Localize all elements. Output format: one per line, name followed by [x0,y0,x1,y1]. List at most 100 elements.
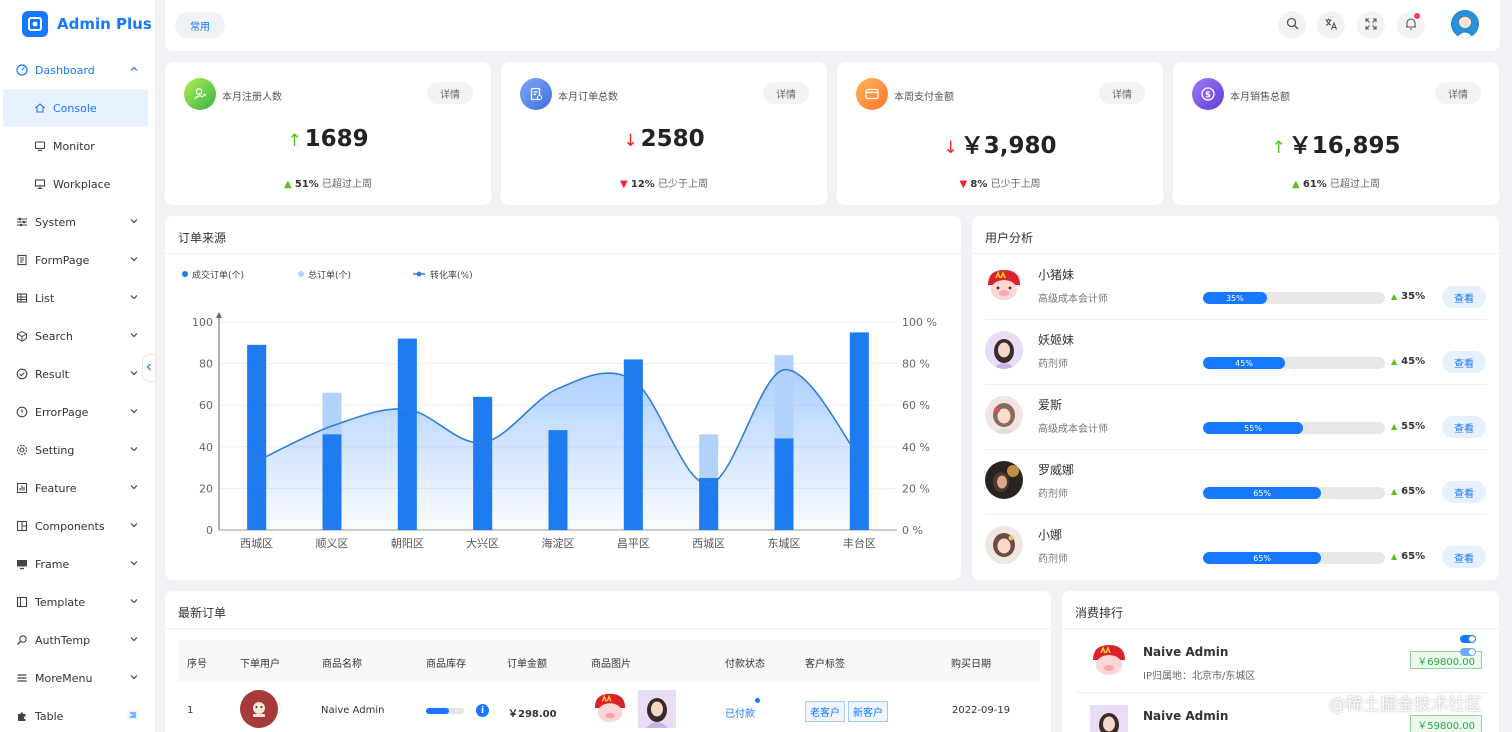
sidebar-item-list[interactable]: List [0,279,155,317]
chevron-down-icon [129,444,139,457]
bar-deal [397,338,417,530]
x-tick-label: 西城区 [240,537,273,550]
user-avatar [1090,705,1128,732]
ranking-name: Naive Admin [1143,709,1229,723]
order-amount: ￥298.00 [508,709,557,720]
sidebar-item-setting[interactable]: Setting [0,431,155,469]
menu-fold-icon[interactable] [127,709,139,724]
tab-common[interactable]: 常用 [175,12,225,38]
stat-trend: ▼ 12% 已少于上周 [501,175,827,190]
stat-trend-text: 已超过上周 [1330,179,1380,190]
percent-label: ▲ 45% [1391,356,1425,367]
status-dot [755,698,760,703]
sidebar-item-feature[interactable]: Feature [0,469,155,507]
stat-card-payments: 本周支付金额 详情 ↓ ￥3,980 ▼ 8% 已少于上周 [837,62,1163,205]
sidebar-item-components[interactable]: Components [0,507,155,545]
bar-deal [473,396,493,530]
product-image[interactable] [592,690,628,726]
sidebar-collapse-button[interactable] [142,354,156,382]
sidebar-item-label: Result [35,367,69,381]
ranking-name: Naive Admin [1143,645,1229,659]
progress-fill: 65% [1203,552,1322,564]
view-button[interactable]: 查看 [1442,481,1486,503]
x-tick-label: 东城区 [768,537,801,550]
card-icon [856,78,888,110]
sidebar-menu: Dashboard Console Monitor Workplace Syst… [0,51,155,732]
y-tick-label: 100 [192,316,213,329]
detail-button[interactable]: 详情 [427,82,473,104]
legend-marker [182,271,188,277]
sidebar-item-errorpage[interactable]: ErrorPage [0,393,155,431]
y2-tick-label: 80 % [902,358,930,371]
legend-marker [298,271,304,277]
home-icon [34,102,46,114]
sidebar-item-moremenu[interactable]: MoreMenu [0,659,155,697]
sidebar-item-workplace[interactable]: Workplace [0,165,155,203]
app-logo[interactable]: Admin Plus [0,0,155,48]
detail-button[interactable]: 详情 [1099,82,1145,104]
watermark-text: @稀土掘金技术社区 [1329,695,1482,715]
translate-button[interactable] [1317,11,1345,39]
sidebar-item-frame[interactable]: Frame [0,545,155,583]
sidebar-item-authtemp[interactable]: AuthTemp [0,621,155,659]
stat-trend: ▼ 8% 已少于上周 [837,175,1163,190]
ranking-item[interactable]: Naive Admin IP归属地：北京市/东城区 ￥69800.00 [1075,631,1487,693]
notification-button[interactable] [1397,11,1425,39]
percent-label: ▲ 35% [1391,291,1425,302]
info-icon[interactable]: i [476,704,489,717]
components-icon [16,520,28,532]
detail-button[interactable]: 详情 [763,82,809,104]
sidebar-item-monitor[interactable]: Monitor [0,127,155,165]
progress-bar: 35% [1203,292,1385,304]
column-header: 商品名称 [322,659,362,670]
switch-toggle[interactable] [1460,635,1476,643]
progress-bar: 65% [1203,487,1385,499]
table-grid-icon [16,292,28,304]
order-source-chart: 0 0 % 20 20 % 40 40 % 60 60 % 80 80 % 100 100 % 西城区 顺… [182,269,937,550]
user-name: 妖姬妹 [1038,333,1075,347]
detail-button[interactable]: 详情 [1435,82,1481,104]
stat-value: 2580 [640,126,705,152]
sidebar-item-formpage[interactable]: FormPage [0,241,155,279]
stat-value-row: ↓ 2580 [501,126,827,152]
search-button[interactable] [1278,11,1306,39]
sidebar-item-template[interactable]: Template [0,583,155,621]
switch-toggle[interactable] [1460,648,1476,656]
bell-icon [1405,17,1417,33]
x-tick-label: 顺义区 [316,537,349,550]
sidebar-item-console[interactable]: Console [3,89,148,127]
triangle-up-icon: ▲ [283,179,292,190]
chevron-down-icon [129,672,139,685]
arrow-down-icon: ↓ [623,131,638,151]
sidebar-item-table[interactable]: Table [0,697,155,732]
view-button[interactable]: 查看 [1442,416,1486,438]
y2-tick-label: 60 % [902,399,930,412]
sidebar-item-label: MoreMenu [35,671,93,685]
view-button[interactable]: 查看 [1442,286,1486,308]
triangle-up-icon: ▲ [1391,357,1398,366]
view-button[interactable]: 查看 [1442,546,1486,568]
column-header: 商品图片 [591,659,631,670]
sidebar-item-result[interactable]: Result [0,355,155,393]
sidebar-item-dashboard[interactable]: Dashboard [0,51,155,89]
stat-card-registrations: 本月注册人数 详情 ↑ 1689 ▲ 51% 已超过上周 [165,62,491,205]
user-row: 小娜 药剂师 65% ▲ 65% 查看 [985,516,1487,580]
chevron-down-icon [129,216,139,229]
fullscreen-icon [1365,17,1377,33]
column-header: 购买日期 [951,659,991,670]
user-avatar [985,396,1023,434]
sidebar-item-search[interactable]: Search [0,317,155,355]
stat-value: 1689 [304,126,369,152]
fullscreen-button[interactable] [1357,11,1385,39]
x-tick-label: 大兴区 [466,536,499,550]
y2-tick-label: 40 % [902,441,930,454]
stat-value: ￥16,895 [1288,133,1401,159]
stat-card-sales: $ 本月销售总额 详情 ↑ ￥16,895 ▲ 61% 已超过上周 [1173,62,1499,205]
user-avatar[interactable] [1451,10,1479,38]
view-button[interactable]: 查看 [1442,351,1486,373]
sidebar: Admin Plus Dashboard Console Monitor Wor… [0,0,156,732]
key-search-icon [16,634,28,646]
sidebar-item-system[interactable]: System [0,203,155,241]
product-image[interactable] [638,690,676,728]
logo-icon [22,11,48,37]
